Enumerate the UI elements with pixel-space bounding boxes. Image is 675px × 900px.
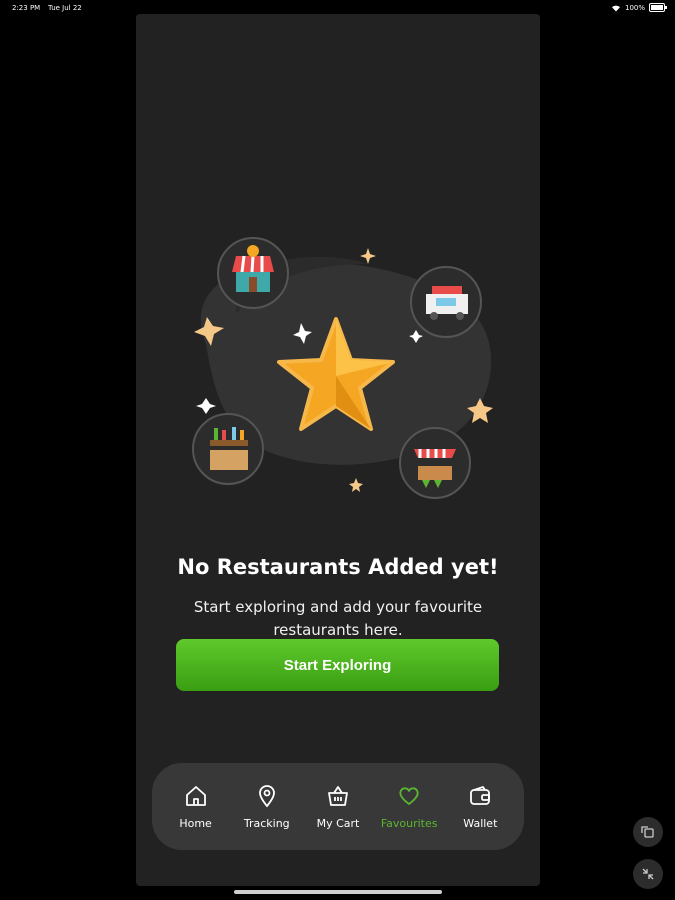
- start-exploring-button[interactable]: Start Exploring: [176, 639, 499, 691]
- location-pin-icon: [258, 784, 275, 807]
- sparkle-icon: [360, 248, 376, 264]
- status-time: 2:23 PM: [12, 4, 41, 12]
- empty-state-title: No Restaurants Added yet!: [177, 555, 499, 579]
- home-indicator[interactable]: [234, 890, 442, 894]
- home-icon: [185, 785, 206, 806]
- nav-item-wallet[interactable]: Wallet: [447, 784, 513, 830]
- market-stall-circle-icon: [399, 427, 471, 499]
- app-screen: No Restaurants Added yet! Start explorin…: [136, 14, 540, 886]
- sparkle-icon: [349, 478, 363, 492]
- nav-item-my-cart[interactable]: My Cart: [305, 784, 371, 830]
- nav-label: My Cart: [316, 816, 360, 830]
- nav-item-favourites[interactable]: Favourites: [376, 784, 442, 830]
- shop-circle-icon: [217, 237, 289, 309]
- minimize-button[interactable]: [633, 859, 663, 889]
- nav-label: Home: [179, 816, 212, 830]
- status-right: 100%: [611, 3, 667, 12]
- collapse-arrows-icon: [642, 868, 654, 880]
- basket-icon: [328, 785, 348, 806]
- nav-label: Tracking: [243, 816, 290, 830]
- wifi-icon: [611, 5, 620, 11]
- nav-item-home[interactable]: Home: [163, 784, 229, 830]
- rotate-icon: [641, 826, 654, 838]
- empty-favourites-illustration: [192, 237, 493, 499]
- empty-state-subtitle: Start exploring and add your favourite r…: [193, 598, 483, 639]
- heart-icon: [399, 786, 419, 805]
- nav-label: Favourites: [380, 816, 438, 830]
- status-date: Tue Jul 22: [48, 4, 82, 12]
- sparkle-icon: [196, 398, 216, 414]
- bar-counter-circle-icon: [192, 413, 264, 485]
- wallet-icon: [470, 785, 491, 805]
- battery-percent: 100%: [624, 3, 645, 12]
- bottom-navigation: Home Tracking My Cart Favourites Wallet: [152, 763, 524, 850]
- rotate-screen-button[interactable]: [633, 817, 663, 847]
- nav-item-tracking[interactable]: Tracking: [234, 784, 300, 830]
- nav-label: Wallet: [463, 816, 498, 830]
- battery-icon: [649, 3, 667, 12]
- food-truck-circle-icon: [410, 266, 482, 338]
